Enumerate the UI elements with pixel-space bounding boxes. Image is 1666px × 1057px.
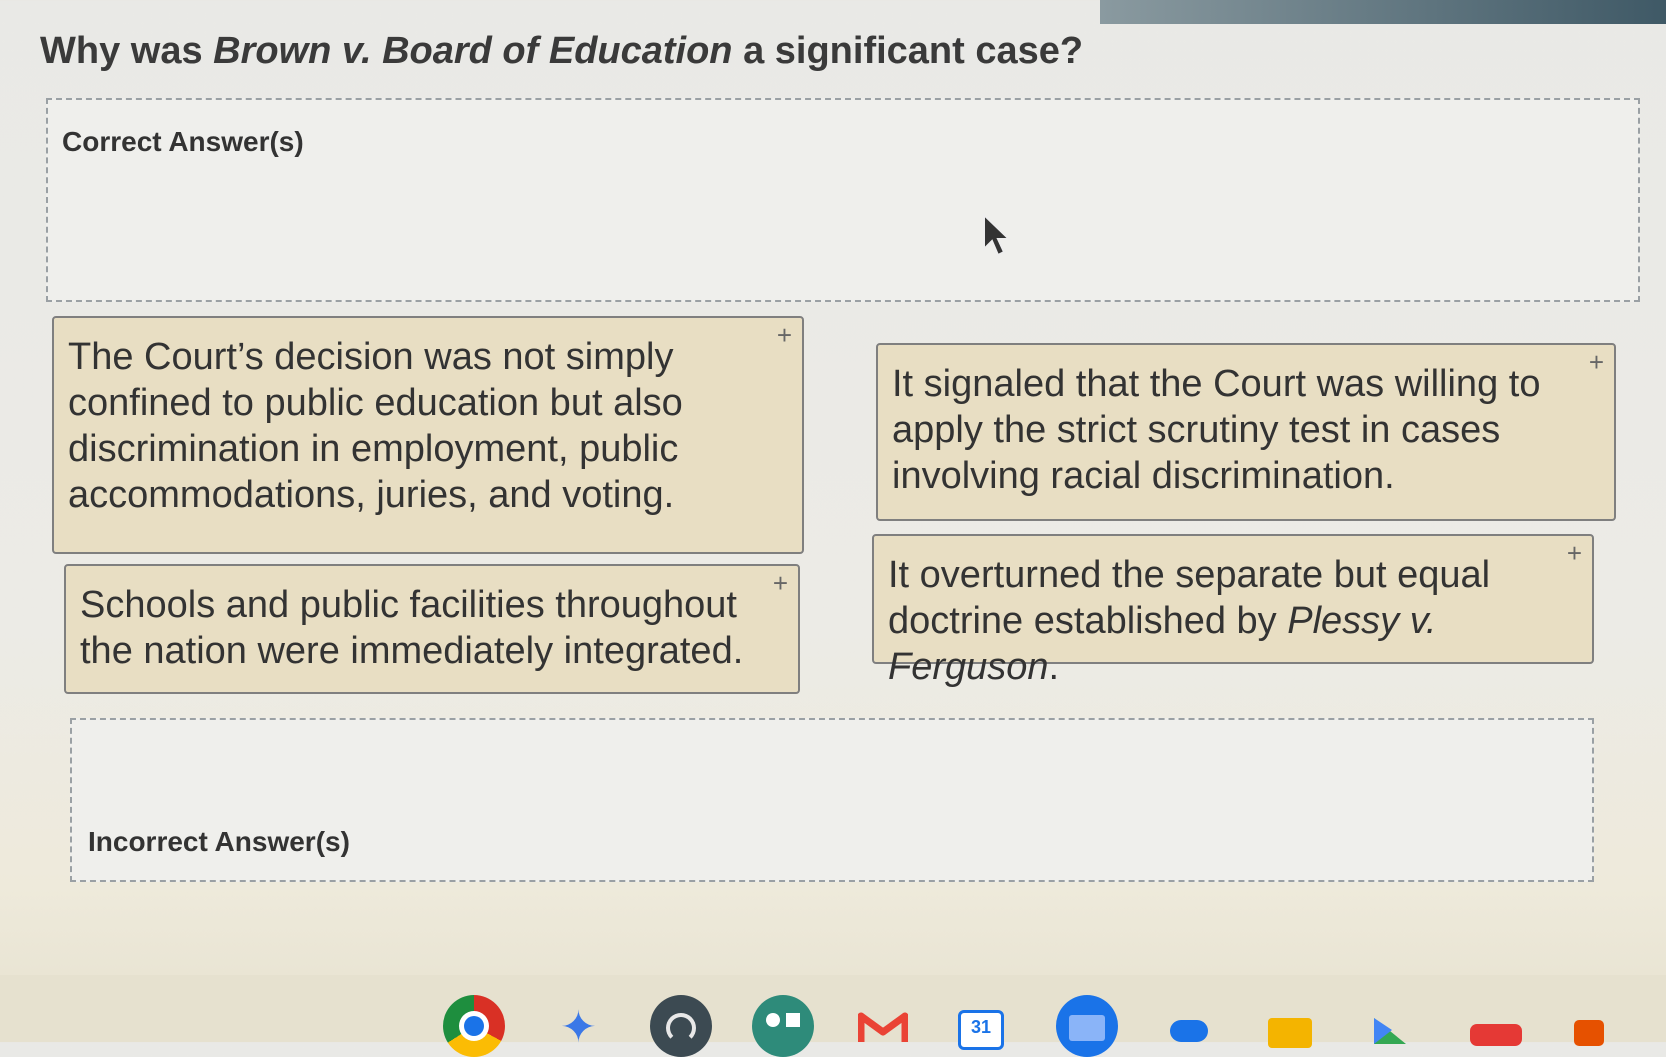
window-top-bar (1100, 0, 1666, 24)
more-icon[interactable] (1574, 1020, 1604, 1046)
answer-card-immediate-integration[interactable]: Schools and public facilities throughout… (64, 564, 800, 694)
question-prefix: Why was (40, 30, 214, 72)
calendar-day: 31 (970, 1017, 992, 1037)
answer-card-broad-discrimination[interactable]: The Court’s decision was not simply conf… (52, 316, 804, 554)
incorrect-answers-label: Incorrect Answer(s) (88, 826, 350, 857)
taskbar (0, 975, 1666, 1042)
question-case-name: Brown v. Board of Education (213, 30, 733, 72)
gemini-icon[interactable]: ✦ (560, 1006, 597, 1050)
answer-card-strict-scrutiny[interactable]: It signaled that the Court was willing t… (876, 343, 1616, 521)
youtube-icon[interactable] (1470, 1024, 1522, 1046)
classroom-icon[interactable] (650, 995, 712, 1057)
answer-card-overturned-plessy[interactable]: It overturned the separate but equal doc… (872, 534, 1594, 688)
apps-icon[interactable] (752, 995, 814, 1057)
question-title: Why was Brown v. Board of Education a si… (40, 30, 1083, 73)
files-icon[interactable] (1056, 995, 1118, 1057)
calendar-icon[interactable]: 31 (958, 1010, 1004, 1050)
answer-card-text: The Court’s decision was not simply conf… (68, 336, 683, 516)
answer-card-text-end: . (1048, 646, 1060, 688)
answer-card-text: It signaled that the Court was willing t… (892, 363, 1541, 497)
drag-handle-icon[interactable]: + (1589, 349, 1604, 375)
correct-answers-label: Correct Answer(s) (62, 126, 304, 157)
mouse-pointer-icon (982, 212, 1012, 264)
gmail-icon[interactable] (857, 1012, 909, 1049)
chat-icon[interactable] (1170, 1020, 1208, 1042)
question-suffix: a significant case? (732, 30, 1084, 72)
slides-icon[interactable] (1268, 1018, 1312, 1048)
answer-card-text: Schools and public facilities throughout… (80, 584, 744, 672)
drag-handle-icon[interactable]: + (777, 322, 792, 348)
play-store-icon[interactable] (1372, 1016, 1408, 1051)
drag-handle-icon[interactable]: + (773, 570, 788, 596)
chrome-icon[interactable] (443, 995, 505, 1057)
drag-handle-icon[interactable]: + (1567, 540, 1582, 566)
